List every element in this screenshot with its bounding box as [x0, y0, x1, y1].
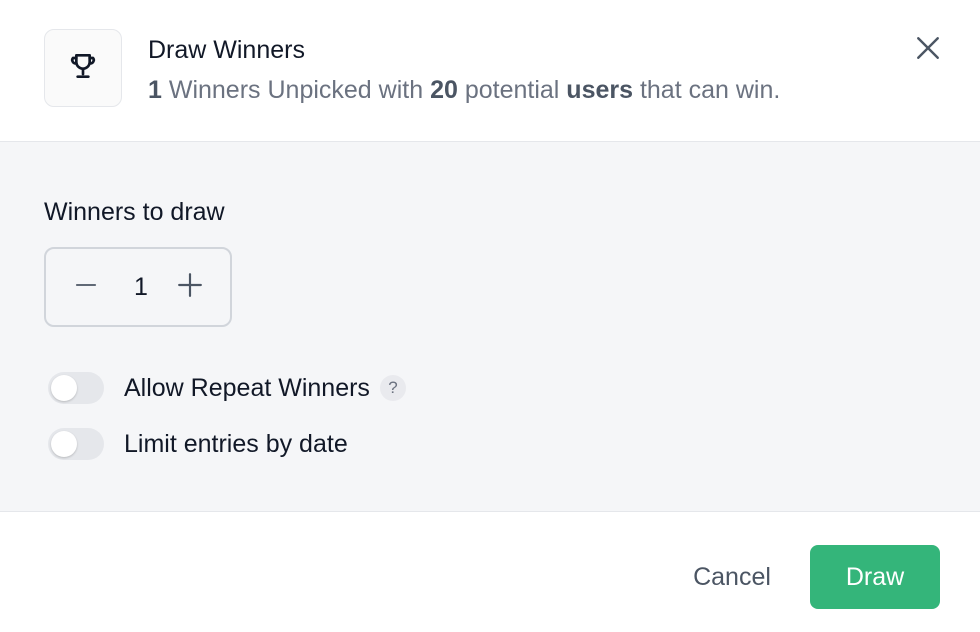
trophy-icon: [67, 50, 99, 87]
plus-icon: [177, 272, 203, 303]
toggle-knob: [51, 375, 77, 401]
winners-count: 1: [148, 76, 162, 104]
subtitle-text-3: that can win.: [633, 76, 781, 104]
draw-button[interactable]: Draw: [810, 545, 940, 609]
modal-title: Draw Winners: [148, 36, 305, 64]
winners-stepper: 1: [44, 247, 232, 327]
help-icon[interactable]: ?: [379, 375, 406, 401]
allow-repeat-winners-row: Allow Repeat Winners ?: [48, 371, 406, 405]
increment-button[interactable]: [170, 267, 210, 307]
close-icon: [915, 35, 941, 66]
trophy-icon-container: [44, 29, 122, 107]
cancel-button[interactable]: Cancel: [672, 545, 792, 609]
limit-entries-row: Limit entries by date: [48, 427, 348, 461]
modal-subtitle: 1 Winners Unpicked with 20 potential use…: [148, 76, 780, 104]
subtitle-text-1: Winners Unpicked with: [161, 76, 431, 104]
modal-body: Winners to draw 1 Allow Repeat Winners ?…: [0, 142, 980, 512]
limit-entries-toggle[interactable]: [48, 428, 104, 460]
allow-repeat-winners-label: Allow Repeat Winners: [124, 374, 370, 402]
toggle-knob: [51, 431, 77, 457]
winners-to-draw-label: Winners to draw: [44, 198, 225, 226]
winners-count-input[interactable]: 1: [116, 273, 166, 301]
users-word: users: [566, 76, 634, 104]
decrement-button[interactable]: [66, 267, 106, 307]
draw-winners-modal: Draw Winners 1 Winners Unpicked with 20 …: [0, 0, 980, 632]
limit-entries-label: Limit entries by date: [124, 430, 348, 458]
minus-icon: [75, 274, 97, 301]
close-button[interactable]: [910, 32, 946, 68]
potential-count: 20: [430, 76, 458, 104]
modal-header: Draw Winners 1 Winners Unpicked with 20 …: [0, 0, 980, 142]
modal-footer: Cancel Draw: [0, 512, 980, 632]
allow-repeat-winners-toggle[interactable]: [48, 372, 104, 404]
subtitle-text-2: potential: [457, 76, 567, 104]
